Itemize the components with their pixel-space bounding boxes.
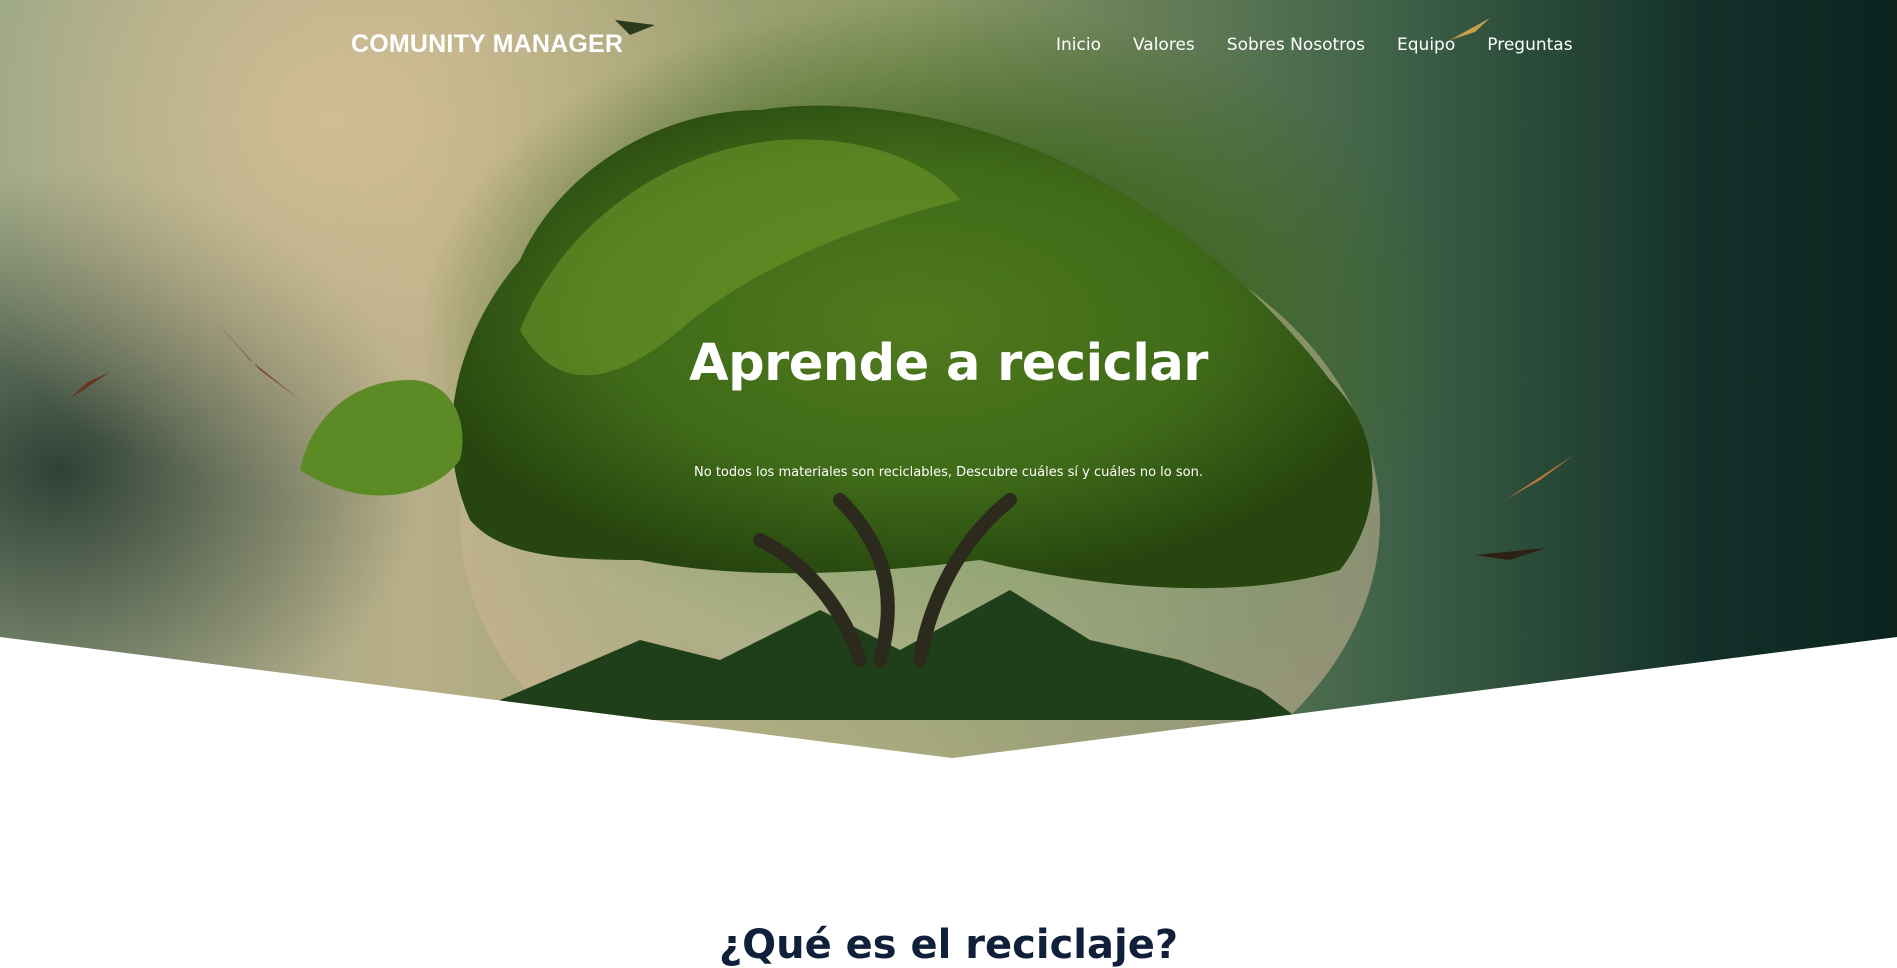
leaf-4 bbox=[1475, 548, 1546, 560]
nav-link-valores[interactable]: Valores bbox=[1133, 35, 1195, 55]
nav-link-inicio[interactable]: Inicio bbox=[1056, 35, 1101, 55]
hero-section: COMUNITY MANAGER Inicio Valores Sobres N… bbox=[0, 0, 1897, 758]
site-logo[interactable]: COMUNITY MANAGER bbox=[351, 30, 623, 59]
section-heading: ¿Qué es el reciclaje? bbox=[718, 922, 1179, 968]
nav-link-preguntas[interactable]: Preguntas bbox=[1487, 35, 1572, 55]
hero-title: Aprende a reciclar bbox=[689, 334, 1208, 393]
hero-subtitle: No todos los materiales son reciclables,… bbox=[694, 465, 1203, 480]
nav-link-equipo[interactable]: Equipo bbox=[1397, 35, 1455, 55]
main-nav: Inicio Valores Sobres Nosotros Equipo Pr… bbox=[1056, 35, 1573, 55]
nav-link-sobres-nosotros[interactable]: Sobres Nosotros bbox=[1227, 35, 1365, 55]
